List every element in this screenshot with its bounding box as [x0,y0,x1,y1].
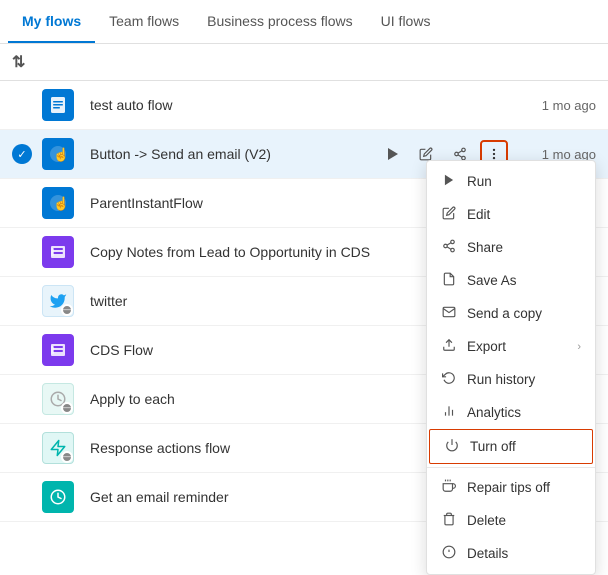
save-as-label: Save As [467,273,581,288]
flow-modified: 1 mo ago [516,98,596,113]
run-icon [441,173,457,190]
menu-item-delete[interactable]: Delete [427,504,595,537]
icon-col: — [42,383,82,415]
menu-item-export[interactable]: Export › [427,330,595,363]
flow-name: test auto flow [82,97,516,113]
repair-tips-label: Repair tips off [467,480,581,495]
flow-icon: — [42,285,74,317]
svg-text:☝: ☝ [53,195,67,212]
icon-col: ☝ [42,138,82,170]
delete-icon [441,512,457,529]
run-label: Run [467,174,581,189]
tab-my-flows[interactable]: My flows [8,1,95,43]
flow-row[interactable]: test auto flow1 mo ago [0,81,608,130]
row-check[interactable]: ✓ [12,144,42,164]
menu-item-repair-tips[interactable]: Repair tips off [427,471,595,504]
menu-item-run-history[interactable]: Run history [427,363,595,396]
menu-item-analytics[interactable]: Analytics [427,396,595,429]
share-icon [441,239,457,256]
export-label: Export [467,339,567,354]
analytics-label: Analytics [467,405,581,420]
icon-col [42,481,82,513]
flow-icon: — [42,383,74,415]
menu-item-share[interactable]: Share [427,231,595,264]
export-icon [441,338,457,355]
sort-icon: ⇅ [12,52,42,72]
share-label: Share [467,240,581,255]
table-header: ⇅ [0,44,608,81]
menu-item-save-as[interactable]: Save As [427,264,595,297]
icon-col [42,89,82,121]
menu-item-run[interactable]: Run [427,165,595,198]
menu-item-edit[interactable]: Edit [427,198,595,231]
flow-icon: — [42,432,74,464]
save-as-icon [441,272,457,289]
edit-label: Edit [467,207,581,222]
run-button[interactable] [378,140,406,168]
svg-text:☝: ☝ [53,146,67,163]
submenu-chevron-icon: › [577,341,581,353]
icon-col: ☝ [42,187,82,219]
flow-icon [42,481,74,513]
top-navigation: My flowsTeam flowsBusiness process flows… [0,0,608,44]
tab-team-flows[interactable]: Team flows [95,1,193,43]
edit-icon [441,206,457,223]
flow-icon [42,89,74,121]
flow-icon: ☝ [42,138,74,170]
menu-item-send-copy[interactable]: Send a copy [427,297,595,330]
flow-name: Button -> Send an email (V2) [82,146,378,162]
tab-ui-flows[interactable]: UI flows [367,1,445,43]
delete-label: Delete [467,513,581,528]
flow-icon [42,236,74,268]
flow-icon [42,334,74,366]
tab-business-process-flows[interactable]: Business process flows [193,1,367,43]
repair-tips-icon [441,479,457,496]
icon-col [42,236,82,268]
send-copy-icon [441,305,457,322]
icon-col: — [42,432,82,464]
run-history-icon [441,371,457,388]
run-history-label: Run history [467,372,581,387]
menu-item-details[interactable]: Details [427,537,595,570]
details-label: Details [467,546,581,561]
icon-col [42,334,82,366]
menu-item-turn-off[interactable]: Turn off [429,429,593,464]
turn-off-icon [444,438,460,455]
analytics-icon [441,404,457,421]
check-circle: ✓ [12,144,32,164]
icon-col: — [42,285,82,317]
turn-off-label: Turn off [470,439,578,454]
flow-icon: ☝ [42,187,74,219]
context-menu: Run Edit Share Save As Send a copy Export › Run… [426,160,596,575]
send-copy-label: Send a copy [467,306,581,321]
